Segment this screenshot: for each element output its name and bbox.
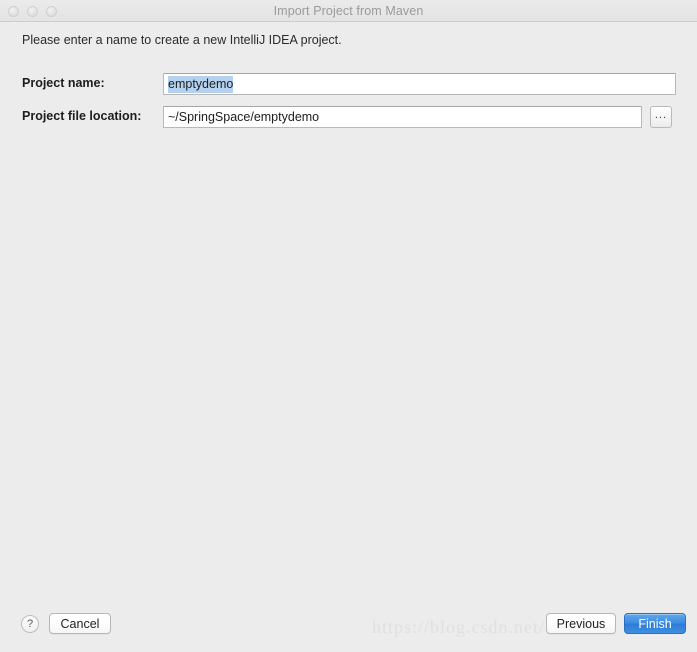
- project-name-label: Project name:: [22, 76, 105, 90]
- project-name-input[interactable]: emptydemo: [163, 73, 676, 95]
- project-name-row: Project name: emptydemo: [0, 73, 697, 95]
- dialog-button-bar: ? Cancel Previous Finish: [0, 608, 697, 652]
- previous-button[interactable]: Previous: [546, 613, 616, 634]
- browse-folder-button[interactable]: ...: [650, 106, 672, 128]
- window-titlebar: Import Project from Maven: [0, 0, 697, 22]
- project-file-location-row: Project file location: ~/SpringSpace/emp…: [0, 106, 697, 128]
- cancel-button[interactable]: Cancel: [49, 613, 111, 634]
- window-title: Import Project from Maven: [273, 4, 424, 18]
- project-file-location-input[interactable]: ~/SpringSpace/emptydemo: [163, 106, 642, 128]
- finish-button[interactable]: Finish: [624, 613, 686, 634]
- intro-text: Please enter a name to create a new Inte…: [22, 33, 342, 47]
- dialog-content: Please enter a name to create a new Inte…: [0, 23, 697, 652]
- project-file-location-label: Project file location:: [22, 109, 142, 123]
- project-file-location-value: ~/SpringSpace/emptydemo: [168, 110, 320, 124]
- project-name-value: emptydemo: [168, 76, 234, 93]
- help-button[interactable]: ?: [21, 615, 39, 633]
